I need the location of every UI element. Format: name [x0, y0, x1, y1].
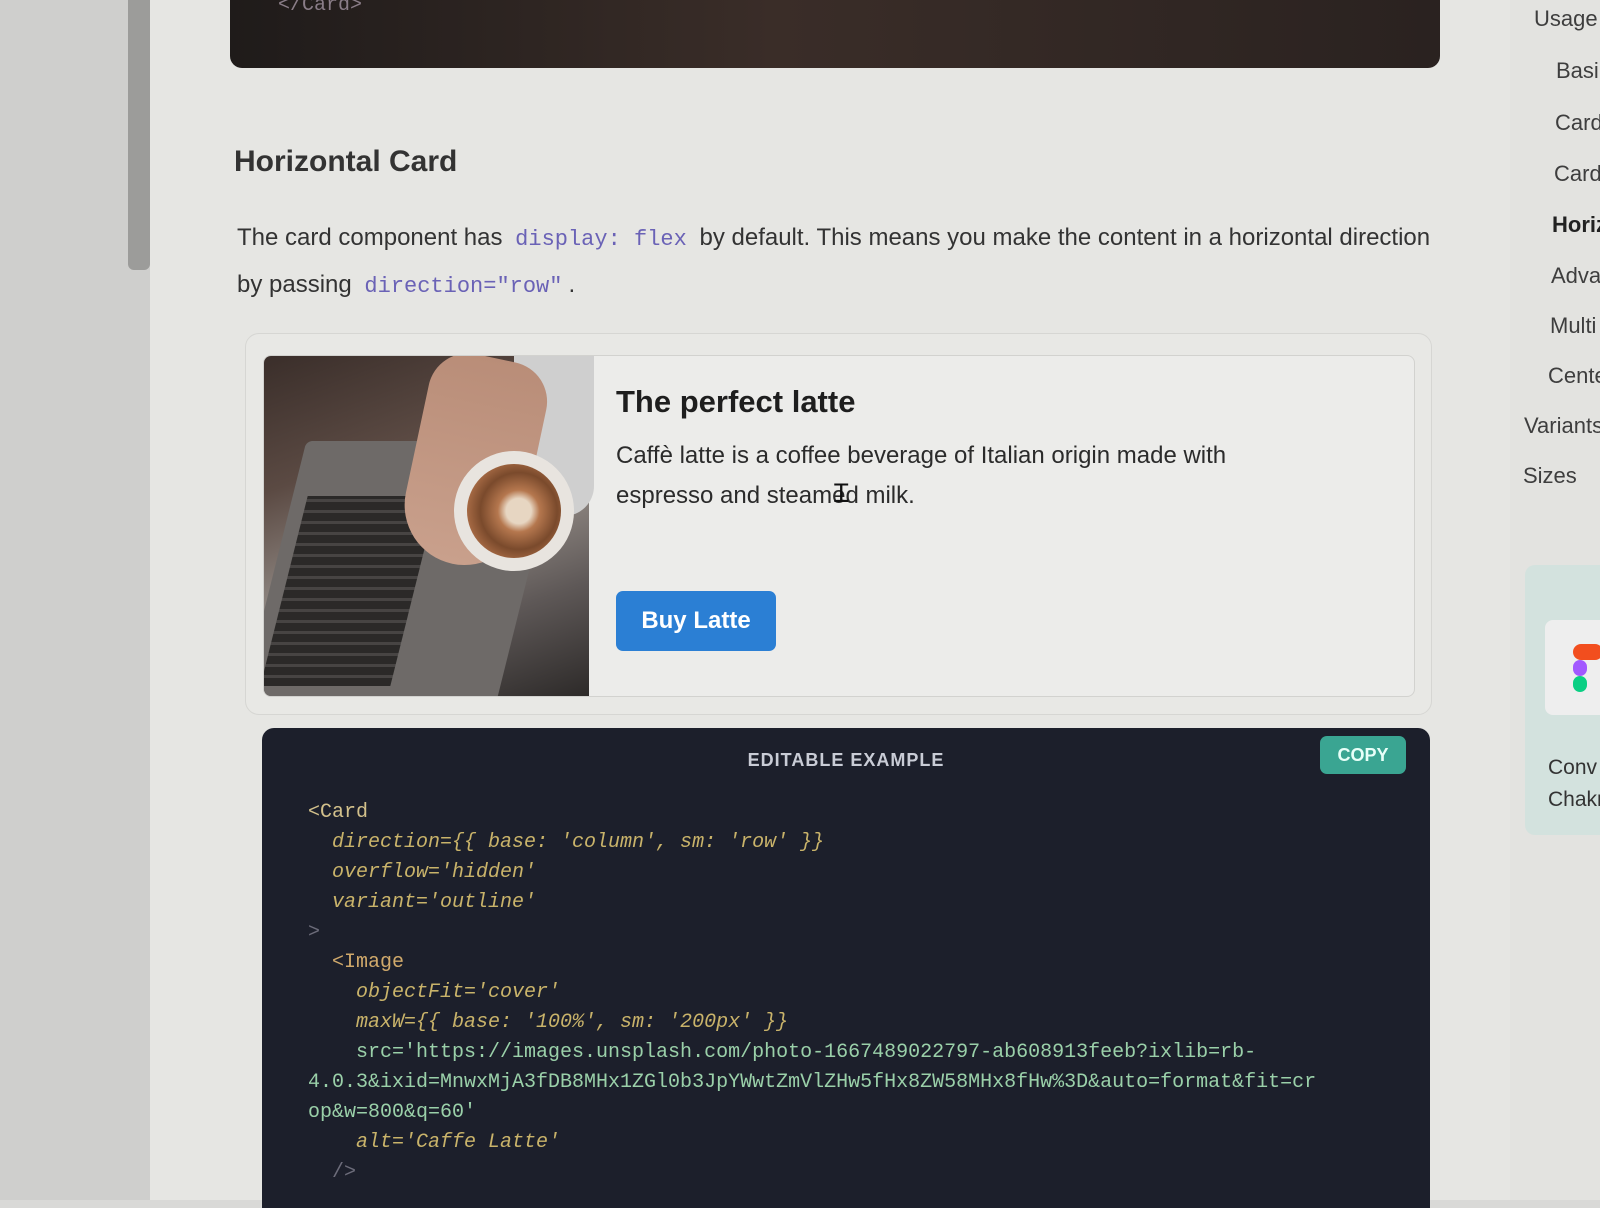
- toc-item-variants[interactable]: Variants: [1524, 413, 1600, 439]
- editable-example-panel: EDITABLE EXAMPLE COPY <Card direction={{…: [262, 728, 1430, 1208]
- toc-item-basic[interactable]: Basi: [1556, 58, 1599, 84]
- code-line: alt='Caffe Latte': [308, 1131, 561, 1154]
- toc-item-horizontal[interactable]: Horiz: [1552, 212, 1600, 238]
- figma-icon: [1545, 620, 1600, 715]
- closing-card-tag: </Card>: [278, 0, 363, 17]
- buy-latte-button[interactable]: Buy Latte: [616, 591, 776, 651]
- code-line: <Card: [308, 801, 369, 824]
- section-intro: The card component has display: flex by …: [237, 215, 1437, 309]
- toc-item-advanced[interactable]: Adva: [1551, 263, 1600, 289]
- section-title: Horizontal Card: [234, 145, 458, 178]
- sponsor-text: Conv Chakr: [1548, 752, 1600, 816]
- left-scrollbar-thumb[interactable]: [128, 0, 150, 270]
- toc-item-sizes[interactable]: Sizes: [1523, 463, 1577, 489]
- code-line: variant='outline': [308, 891, 537, 914]
- latte-image: [264, 356, 594, 696]
- sponsor-line-1: Conv: [1548, 756, 1598, 779]
- toc-item-centered[interactable]: Cente: [1548, 363, 1600, 389]
- code-line: op&w=800&q=60': [308, 1101, 477, 1124]
- code-line: overflow='hidden': [308, 861, 537, 884]
- sponsor-line-2: Chakr: [1548, 788, 1600, 811]
- code-line: 4.0.3&ixid=MnwxMjA3fDB8MHx1ZGl0b3JpYWwtZ…: [308, 1071, 1317, 1094]
- horizontal-card: The perfect latte Caffè latte is a coffe…: [263, 355, 1415, 697]
- code-line: objectFit='cover': [308, 981, 561, 1004]
- code-editor[interactable]: <Card direction={{ base: 'column', sm: '…: [308, 798, 1316, 1188]
- panel-label: EDITABLE EXAMPLE: [747, 750, 945, 770]
- code-line: <Image: [308, 951, 405, 974]
- previous-code-block: </Card>: [230, 0, 1440, 68]
- toc-item-card-2[interactable]: Card: [1554, 161, 1600, 187]
- text-cursor-icon: Ɪ: [834, 479, 849, 509]
- intro-text-1: The card component has: [237, 224, 503, 251]
- card-description: Caffè latte is a coffee beverage of Ital…: [616, 442, 1227, 509]
- latte-shape: [467, 464, 561, 558]
- code-line: >: [308, 921, 321, 944]
- copy-button[interactable]: COPY: [1320, 736, 1406, 774]
- toc-item-usage[interactable]: Usage: [1534, 6, 1598, 32]
- card-title: The perfect latte: [616, 384, 856, 419]
- inline-code-direction-row: direction="row": [364, 274, 563, 299]
- toc-item-card-1[interactable]: Card: [1555, 110, 1600, 136]
- code-line: direction={{ base: 'column', sm: 'row' }…: [308, 831, 825, 854]
- intro-text-3: .: [568, 271, 576, 298]
- code-line: src='https://images.unsplash.com/photo-1…: [308, 1041, 1257, 1064]
- inline-code-display-flex: display: flex: [515, 227, 687, 252]
- code-line: />: [308, 1161, 357, 1184]
- code-line: maxW={{ base: '100%', sm: '200px' }}: [308, 1011, 789, 1034]
- toc-item-multiple[interactable]: Multi: [1550, 313, 1596, 339]
